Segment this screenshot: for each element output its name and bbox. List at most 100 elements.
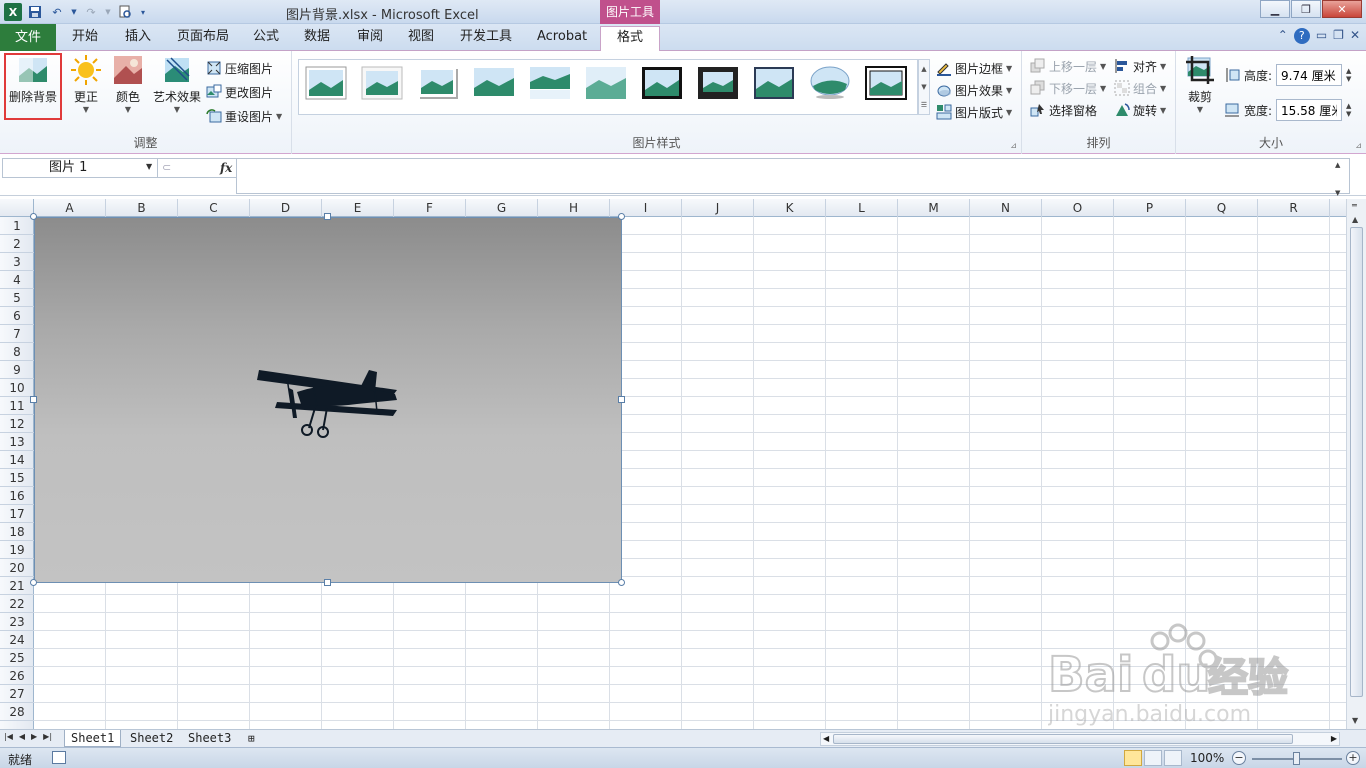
compress-pictures-button[interactable]: 压缩图片 — [206, 57, 273, 79]
zoom-in-icon[interactable]: + — [1346, 751, 1360, 765]
row-header[interactable]: 20 — [0, 559, 34, 577]
row-header[interactable]: 22 — [0, 595, 34, 613]
row-header[interactable]: 21 — [0, 577, 34, 595]
picture-layout-button[interactable]: 图片版式 ▼ — [936, 101, 1012, 123]
minimize-ribbon-icon[interactable]: ⌃ — [1278, 28, 1288, 44]
formula-input[interactable]: ▲ ▼ — [236, 158, 1350, 197]
row-header[interactable]: 11 — [0, 397, 34, 415]
workbook-restore-icon[interactable]: ❐ — [1333, 28, 1344, 44]
selected-picture[interactable] — [34, 217, 622, 583]
resize-handle-top[interactable] — [324, 213, 331, 220]
row-header[interactable]: 23 — [0, 613, 34, 631]
restore-icon[interactable]: ❐ — [1291, 0, 1321, 18]
picture-style-bevel[interactable] — [753, 66, 795, 100]
split-box-icon[interactable]: ═ — [1352, 201, 1357, 210]
minimize-icon[interactable]: ▁ — [1260, 0, 1290, 18]
print-preview-icon[interactable] — [116, 3, 134, 21]
vertical-scroll-thumb[interactable] — [1350, 227, 1363, 697]
height-spinner[interactable]: ▲ ▼ — [1346, 67, 1351, 83]
rotate-button[interactable]: 旋转 ▼ — [1114, 99, 1166, 121]
row-header[interactable]: 16 — [0, 487, 34, 505]
resize-handle-bottom-right[interactable] — [618, 579, 625, 586]
horizontal-scroll-thumb[interactable] — [833, 734, 1293, 744]
tab-formulas[interactable]: 公式 — [243, 26, 289, 50]
undo-dropdown-icon[interactable]: ▼ — [70, 3, 78, 21]
formula-scroll-down-icon[interactable]: ▼ — [1335, 189, 1347, 197]
spin-down-icon[interactable]: ▼ — [1346, 75, 1351, 83]
undo-icon[interactable]: ↶ — [48, 3, 66, 21]
column-header[interactable]: F — [394, 199, 466, 217]
column-header[interactable]: J — [682, 199, 754, 217]
bring-forward-button[interactable]: 上移一层 ▼ — [1030, 55, 1106, 77]
row-header[interactable]: 18 — [0, 523, 34, 541]
column-header[interactable]: C — [178, 199, 250, 217]
column-header[interactable]: O — [1042, 199, 1114, 217]
row-header[interactable]: 7 — [0, 325, 34, 343]
row-header[interactable]: 25 — [0, 649, 34, 667]
dialog-launcher-icon[interactable]: ⊿ — [1355, 141, 1362, 150]
scroll-up-icon[interactable]: ▲ — [1352, 215, 1358, 224]
resize-handle-left[interactable] — [30, 396, 37, 403]
zoom-slider-knob[interactable] — [1293, 752, 1300, 765]
column-header[interactable]: L — [826, 199, 898, 217]
scroll-down-icon[interactable]: ▼ — [1352, 716, 1358, 725]
close-icon[interactable]: ✕ — [1322, 0, 1362, 18]
picture-style-oval[interactable] — [809, 66, 851, 100]
tab-developer[interactable]: 开发工具 — [450, 26, 522, 50]
chevron-down-icon[interactable]: ▼ — [276, 112, 282, 121]
column-header[interactable]: P — [1114, 199, 1186, 217]
column-header[interactable]: K — [754, 199, 826, 217]
picture-style-reflection[interactable] — [529, 66, 571, 100]
column-header[interactable]: D — [250, 199, 322, 217]
tab-review[interactable]: 审阅 — [347, 26, 393, 50]
column-header[interactable]: N — [970, 199, 1042, 217]
picture-style-white-border[interactable] — [361, 66, 403, 100]
redo-dropdown-icon[interactable]: ▼ — [104, 3, 112, 21]
scroll-right-icon[interactable]: ▶ — [1331, 734, 1337, 743]
prev-sheet-icon[interactable]: ◀ — [19, 732, 25, 741]
next-sheet-icon[interactable]: ▶ — [31, 732, 37, 741]
picture-style-black-frame[interactable] — [641, 66, 683, 100]
sheet-tab-sheet1[interactable]: Sheet1 — [64, 730, 122, 747]
column-header[interactable]: R — [1258, 199, 1330, 217]
vertical-scrollbar[interactable]: ═ ▲ ▼ — [1346, 199, 1366, 729]
insert-function-icon[interactable]: fx — [220, 161, 232, 175]
gallery-down-icon[interactable]: ▼ — [921, 83, 926, 91]
sheet-tab-sheet2[interactable]: Sheet2 — [124, 730, 179, 747]
align-button[interactable]: 对齐 ▼ — [1114, 55, 1166, 77]
color-button[interactable]: 颜色 ▼ — [110, 54, 146, 114]
resize-handle-top-right[interactable] — [618, 213, 625, 220]
zoom-out-icon[interactable]: − — [1232, 751, 1246, 765]
selection-pane-button[interactable]: 选择窗格 — [1030, 99, 1097, 121]
insert-sheet-icon[interactable]: ⊞ — [242, 730, 261, 747]
width-spinner[interactable]: ▲ ▼ — [1346, 102, 1351, 118]
row-header[interactable]: 19 — [0, 541, 34, 559]
spin-up-icon[interactable]: ▲ — [1346, 67, 1351, 75]
resize-handle-bottom[interactable] — [324, 579, 331, 586]
artistic-effects-button[interactable]: 艺术效果 ▼ — [150, 54, 204, 114]
column-header[interactable]: H — [538, 199, 610, 217]
tab-insert[interactable]: 插入 — [115, 26, 161, 50]
first-sheet-icon[interactable]: |◀ — [4, 732, 13, 741]
row-header[interactable]: 10 — [0, 379, 34, 397]
group-objects-button[interactable]: 组合 ▼ — [1114, 77, 1166, 99]
sheet-tab-sheet3[interactable]: Sheet3 — [182, 730, 237, 747]
row-header[interactable]: 13 — [0, 433, 34, 451]
page-layout-view-icon[interactable] — [1144, 750, 1162, 766]
row-header[interactable]: 2 — [0, 235, 34, 253]
picture-style-thick-black-frame[interactable] — [697, 66, 739, 100]
row-header[interactable]: 14 — [0, 451, 34, 469]
picture-border-button[interactable]: 图片边框 ▼ — [936, 57, 1012, 79]
resize-handle-bottom-left[interactable] — [30, 579, 37, 586]
row-header[interactable]: 15 — [0, 469, 34, 487]
customize-qat-icon[interactable]: ▾ — [138, 3, 148, 21]
tab-view[interactable]: 视图 — [398, 26, 444, 50]
row-header[interactable]: 5 — [0, 289, 34, 307]
row-header[interactable]: 9 — [0, 361, 34, 379]
formula-scroll-up-icon[interactable]: ▲ — [1335, 161, 1347, 169]
scroll-left-icon[interactable]: ◀ — [823, 734, 829, 743]
tab-acrobat[interactable]: Acrobat — [527, 26, 597, 50]
zoom-level[interactable]: 100% — [1190, 751, 1224, 765]
reset-picture-button[interactable]: 重设图片 ▼ — [206, 105, 282, 127]
picture-style-simple-frame[interactable] — [305, 66, 347, 100]
